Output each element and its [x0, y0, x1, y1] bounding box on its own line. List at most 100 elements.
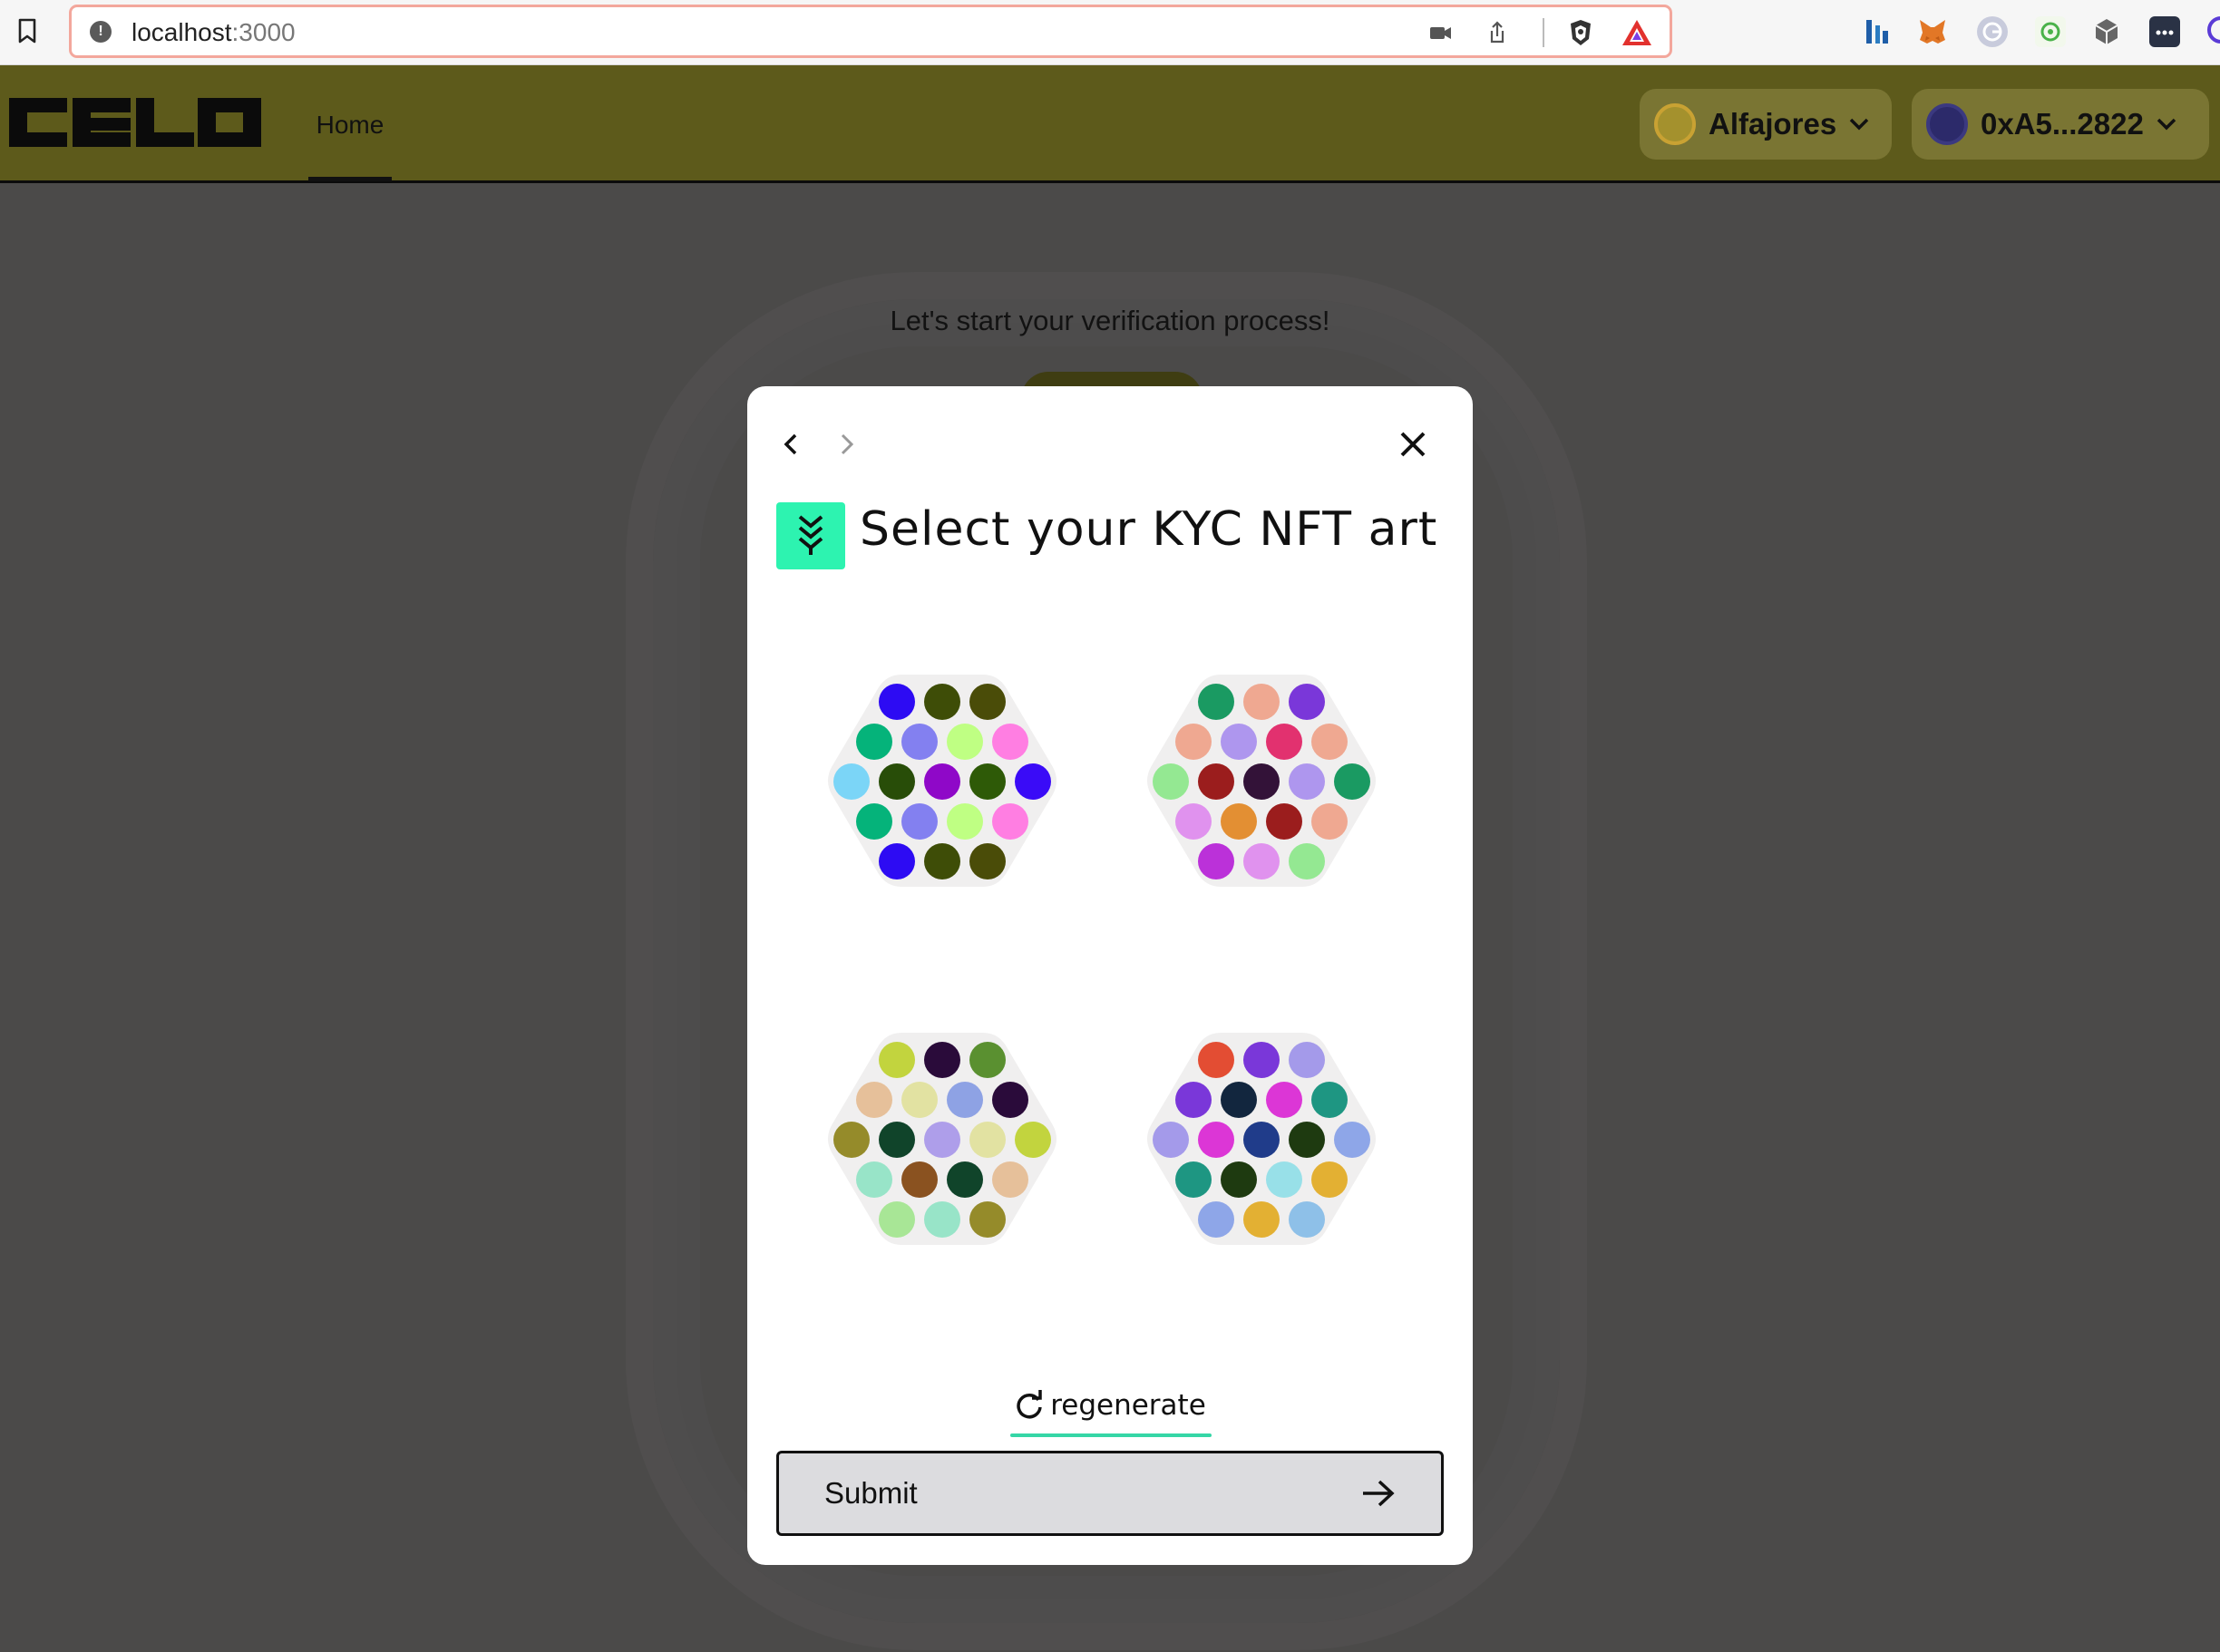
- art-dot: [1243, 1122, 1280, 1158]
- password-manager-icon[interactable]: [2149, 16, 2180, 47]
- metamask-icon[interactable]: [1917, 16, 1948, 47]
- art-dot: [969, 1201, 1006, 1238]
- art-dot: [1221, 1161, 1257, 1198]
- account-avatar-icon: [1926, 103, 1968, 145]
- nav-home-tab[interactable]: Home: [308, 111, 392, 181]
- art-dot: [1175, 803, 1212, 840]
- submit-label: Submit: [824, 1476, 918, 1510]
- art-dot: [879, 843, 915, 879]
- art-dot: [1221, 1082, 1257, 1118]
- kyc-art-modal: Select your KYC NFT art regenerate Submi…: [747, 386, 1473, 1565]
- celo-logo[interactable]: [5, 92, 265, 152]
- art-dot: [1311, 724, 1348, 760]
- art-dot: [1198, 1201, 1234, 1238]
- art-dot: [924, 1042, 960, 1078]
- art-dot: [1243, 763, 1280, 800]
- art-dot: [901, 803, 938, 840]
- arrow-right-icon: [1363, 1480, 1395, 1507]
- close-button[interactable]: [1395, 426, 1431, 462]
- art-dot: [856, 724, 892, 760]
- share-icon[interactable]: [1485, 20, 1510, 45]
- art-dot: [1243, 684, 1280, 720]
- art-dot: [879, 684, 915, 720]
- art-dot: [992, 803, 1028, 840]
- art-dot: [1198, 1122, 1234, 1158]
- art-dot: [1015, 1122, 1051, 1158]
- art-dot: [947, 1082, 983, 1118]
- art-dot: [969, 843, 1006, 879]
- address-bar[interactable]: ! localhost:3000: [69, 5, 1672, 58]
- submit-button[interactable]: Submit: [776, 1451, 1444, 1536]
- art-dot: [1289, 1201, 1325, 1238]
- network-selector[interactable]: Alfajores: [1640, 89, 1892, 160]
- art-dot: [947, 724, 983, 760]
- art-dot: [947, 1161, 983, 1198]
- art-dot: [1198, 763, 1234, 800]
- art-dot: [856, 1082, 892, 1118]
- grammarly-icon[interactable]: [1977, 16, 2008, 47]
- art-dot: [1153, 763, 1189, 800]
- art-dot: [1289, 1122, 1325, 1158]
- nft-art-option-1[interactable]: [820, 667, 1065, 894]
- art-dot: [992, 724, 1028, 760]
- chevron-left-icon: [784, 433, 797, 455]
- art-dot: [901, 1082, 938, 1118]
- gas-extension-icon[interactable]: [2035, 16, 2066, 47]
- art-dot: [924, 1122, 960, 1158]
- site-info-icon[interactable]: !: [90, 21, 112, 43]
- art-dot: [901, 724, 938, 760]
- art-dot: [969, 763, 1006, 800]
- art-dot: [1221, 724, 1257, 760]
- kyc-badge-icon: [776, 502, 845, 569]
- art-dot: [1175, 724, 1212, 760]
- art-dot: [856, 803, 892, 840]
- regenerate-button[interactable]: regenerate: [1008, 1384, 1212, 1427]
- profile-avatar-icon[interactable]: [2207, 16, 2220, 44]
- art-dot: [1289, 763, 1325, 800]
- art-dot: [1198, 1042, 1234, 1078]
- forward-button[interactable]: [829, 426, 865, 462]
- art-dot: [1266, 724, 1302, 760]
- network-name: Alfajores: [1709, 107, 1837, 141]
- art-dot: [1198, 843, 1234, 879]
- account-address: 0xA5...2822: [1981, 107, 2144, 141]
- art-dot: [1334, 763, 1370, 800]
- art-dot: [1334, 1122, 1370, 1158]
- art-dot: [1015, 763, 1051, 800]
- bookmark-icon[interactable]: [16, 18, 38, 44]
- art-dot: [992, 1082, 1028, 1118]
- art-dot: [1311, 1161, 1348, 1198]
- nft-art-option-2[interactable]: [1139, 667, 1384, 894]
- tradingview-icon[interactable]: [1863, 16, 1894, 47]
- close-icon: [1400, 432, 1426, 457]
- art-dot: [1243, 1042, 1280, 1078]
- art-dot: [879, 1201, 915, 1238]
- art-dot: [1243, 1201, 1280, 1238]
- art-dot: [924, 843, 960, 879]
- brave-rewards-icon[interactable]: [1621, 18, 1653, 47]
- nft-art-option-3[interactable]: [820, 1025, 1065, 1252]
- toolbar-divider: [1543, 18, 1544, 47]
- regenerate-underline: [1010, 1433, 1212, 1437]
- art-dot: [1175, 1161, 1212, 1198]
- art-dot: [1289, 843, 1325, 879]
- account-selector[interactable]: 0xA5...2822: [1912, 89, 2209, 160]
- cube-extension-icon[interactable]: [2091, 16, 2122, 47]
- art-dot: [833, 763, 870, 800]
- camera-icon[interactable]: [1428, 20, 1454, 45]
- chevron-right-icon: [841, 433, 854, 455]
- art-dot: [1221, 803, 1257, 840]
- art-dot: [1153, 1122, 1189, 1158]
- chevron-down-icon: [1849, 118, 1869, 131]
- art-dot: [1266, 1161, 1302, 1198]
- nft-art-option-4[interactable]: [1139, 1025, 1384, 1252]
- art-dot: [1243, 843, 1280, 879]
- art-dot: [879, 1122, 915, 1158]
- refresh-icon: [1017, 1390, 1042, 1419]
- url-text[interactable]: localhost:3000: [131, 18, 296, 47]
- brave-shields-icon[interactable]: [1566, 18, 1595, 47]
- back-button[interactable]: [773, 426, 809, 462]
- art-dot: [1289, 684, 1325, 720]
- verification-prompt: Let's start your verification process!: [890, 305, 1330, 336]
- art-dot: [992, 1161, 1028, 1198]
